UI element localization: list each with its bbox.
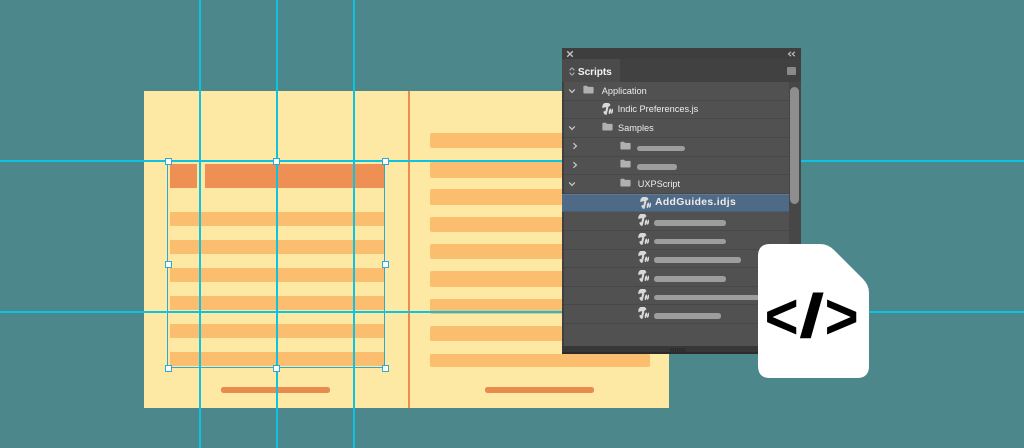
svg-text:>: > [825,280,859,353]
svg-text:/: / [799,282,825,350]
svg-text:<: < [765,280,799,353]
